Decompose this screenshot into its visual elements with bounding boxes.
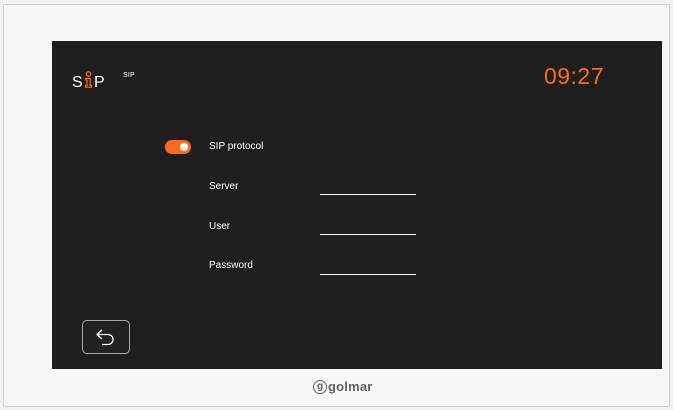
svg-text:S: S	[72, 74, 83, 91]
sip-protocol-toggle[interactable]	[165, 140, 191, 154]
user-label: User	[209, 221, 231, 232]
brand-name: golmar	[328, 379, 373, 394]
brand-g-badge: g	[313, 379, 327, 394]
server-field[interactable]	[320, 180, 416, 195]
back-arrow-icon	[96, 329, 114, 346]
back-button[interactable]	[82, 320, 130, 354]
user-field[interactable]	[320, 220, 416, 235]
sip-logo: S P	[72, 68, 116, 92]
server-label: Server	[209, 181, 239, 192]
sip-protocol-label: SIP protocol	[209, 141, 264, 152]
page-title: SIP	[123, 72, 135, 79]
brand-logo: g golmar	[313, 379, 373, 394]
toggle-knob	[180, 143, 188, 151]
svg-text:P: P	[94, 74, 105, 91]
password-label: Password	[209, 260, 253, 271]
password-field[interactable]	[320, 260, 416, 275]
screen: S P SIP 09:27 SIP protocol Server User P…	[52, 41, 662, 369]
clock: 09:27	[543, 63, 604, 89]
